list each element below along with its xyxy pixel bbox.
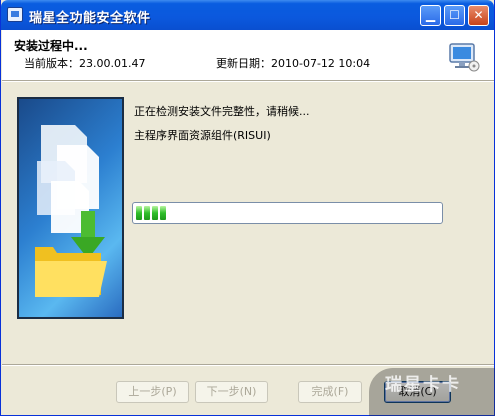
maximize-icon: ☐	[449, 8, 460, 22]
maximize-button[interactable]: ☐	[444, 5, 465, 26]
folder-icon	[35, 247, 107, 297]
window-title: 瑞星全功能安全软件	[29, 11, 151, 26]
progress-fill	[136, 206, 166, 220]
install-illustration	[35, 125, 107, 297]
progress-segment	[160, 206, 166, 220]
monitor-icon	[449, 43, 480, 72]
close-button[interactable]: ✕	[468, 5, 489, 26]
progress-segment	[152, 206, 158, 220]
title-bar[interactable]: 瑞星全功能安全软件 ▁ ☐ ✕	[1, 0, 494, 30]
footer-separator	[2, 364, 494, 366]
next-button[interactable]: 下一步(N)	[195, 381, 268, 403]
minimize-button[interactable]: ▁	[420, 5, 441, 26]
back-button[interactable]: 上一步(P)	[116, 381, 189, 403]
close-icon: ✕	[473, 8, 484, 22]
current-component: 主程序界面资源组件(RISUI)	[134, 129, 271, 142]
update-date-label: 更新日期：2010-07-12 10:04	[216, 57, 371, 70]
minimize-icon: ▁	[425, 8, 436, 22]
finish-button[interactable]: 完成(F)	[298, 381, 362, 403]
watermark: 瑞星卡卡	[369, 368, 495, 416]
install-progress-bar	[132, 202, 443, 224]
version-label: 当前版本：23.00.01.47	[24, 57, 146, 70]
side-graphic	[17, 97, 124, 319]
progress-segment	[144, 206, 150, 220]
progress-segment	[136, 206, 142, 220]
page-title: 安装过程中...	[14, 39, 88, 53]
status-message: 正在检测安装文件完整性，请稍候...	[134, 105, 310, 118]
header-panel: 安装过程中... 当前版本：23.00.01.47 更新日期：2010-07-1…	[2, 30, 494, 80]
app-icon	[7, 7, 23, 22]
installer-window: 瑞星全功能安全软件 ▁ ☐ ✕ 安装过程中... 当前版本：23.00.01.4…	[0, 0, 495, 416]
